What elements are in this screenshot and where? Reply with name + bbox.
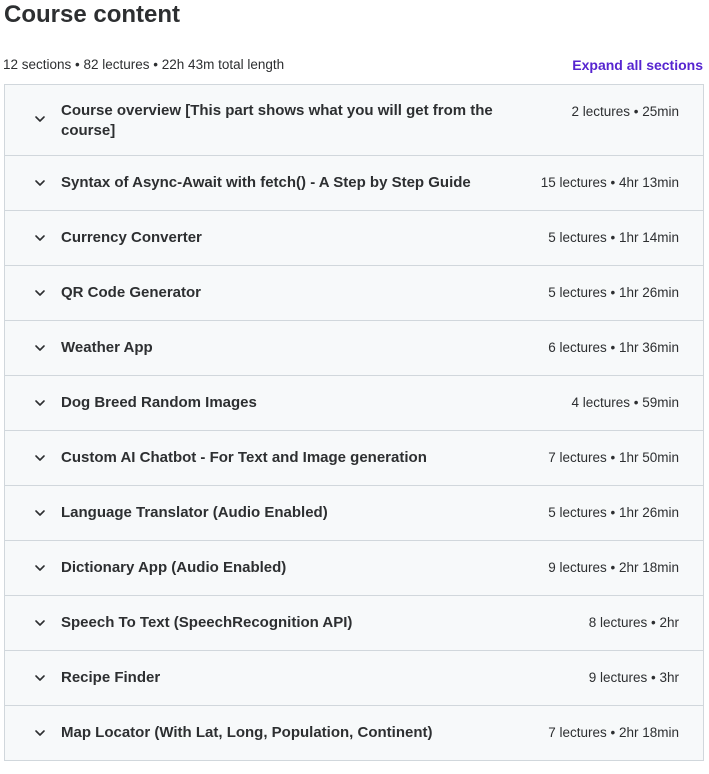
section-list: Course overview [This part shows what yo…	[4, 84, 704, 761]
chevron-down-icon[interactable]	[33, 726, 47, 740]
section-meta: 5 lectures • 1hr 26min	[548, 505, 679, 520]
section-header[interactable]: Dog Breed Random Images 4 lectures • 59mi…	[5, 376, 703, 431]
section-title: Syntax of Async-Await with fetch() - A S…	[61, 174, 471, 191]
section-title: Recipe Finder	[61, 669, 161, 686]
course-summary-row: 12 sections • 82 lectures • 22h 43m tota…	[3, 56, 703, 74]
chevron-down-icon[interactable]	[33, 176, 47, 190]
section-meta: 7 lectures • 1hr 50min	[548, 450, 679, 465]
chevron-down-icon[interactable]	[33, 616, 47, 630]
chevron-down-icon[interactable]	[33, 231, 47, 245]
section-header[interactable]: Speech To Text (SpeechRecognition API) 8 …	[5, 596, 703, 651]
section-title: Custom AI Chatbot - For Text and Image g…	[61, 449, 427, 466]
section-title: Course overview [This part shows what yo…	[61, 102, 493, 139]
section-title: Dog Breed Random Images	[61, 394, 257, 411]
section-title: Map Locator (With Lat, Long, Population,…	[61, 724, 433, 741]
section-title: Currency Converter	[61, 229, 202, 246]
section-title: Dictionary App (Audio Enabled)	[61, 559, 287, 576]
chevron-down-icon[interactable]	[33, 451, 47, 465]
chevron-down-icon[interactable]	[33, 671, 47, 685]
section-meta: 7 lectures • 2hr 18min	[548, 725, 679, 740]
chevron-down-icon[interactable]	[33, 396, 47, 410]
section-header[interactable]: Weather App 6 lectures • 1hr 36min	[5, 321, 703, 376]
section-meta: 4 lectures • 59min	[571, 395, 679, 410]
expand-all-sections-button[interactable]: Expand all sections	[572, 56, 703, 74]
section-header[interactable]: Language Translator (Audio Enabled) 5 lec…	[5, 486, 703, 541]
page-title: Course content	[4, 1, 181, 28]
chevron-down-icon[interactable]	[33, 561, 47, 575]
chevron-down-icon[interactable]	[33, 341, 47, 355]
chevron-down-icon[interactable]	[33, 506, 47, 520]
section-title: Weather App	[61, 339, 153, 356]
section-header[interactable]: Recipe Finder 9 lectures • 3hr	[5, 651, 703, 706]
section-title: QR Code Generator	[61, 284, 202, 301]
section-meta: 6 lectures • 1hr 36min	[548, 340, 679, 355]
section-meta: 2 lectures • 25min	[571, 104, 679, 119]
section-meta: 5 lectures • 1hr 26min	[548, 285, 679, 300]
section-header[interactable]: Custom AI Chatbot - For Text and Image g…	[5, 431, 703, 486]
section-meta: 9 lectures • 2hr 18min	[548, 560, 679, 575]
chevron-down-icon[interactable]	[33, 112, 47, 126]
section-title: Language Translator (Audio Enabled)	[61, 504, 328, 521]
section-header[interactable]: QR Code Generator 5 lectures • 1hr 26min	[5, 266, 703, 321]
section-meta: 9 lectures • 3hr	[588, 670, 679, 685]
section-title: Speech To Text (SpeechRecognition API)	[61, 614, 353, 631]
section-header[interactable]: Course overview [This part shows what yo…	[5, 85, 703, 156]
section-header[interactable]: Dictionary App (Audio Enabled) 9 lectures…	[5, 541, 703, 596]
chevron-down-icon[interactable]	[33, 286, 47, 300]
section-header[interactable]: Map Locator (With Lat, Long, Population,…	[5, 706, 703, 761]
section-header[interactable]: Currency Converter 5 lectures • 1hr 14min	[5, 211, 703, 266]
section-meta: 15 lectures • 4hr 13min	[540, 175, 679, 190]
section-meta: 8 lectures • 2hr	[588, 615, 679, 630]
section-meta: 5 lectures • 1hr 14min	[548, 230, 679, 245]
course-summary: 12 sections • 82 lectures • 22h 43m tota…	[3, 57, 285, 72]
section-header[interactable]: Syntax of Async-Await with fetch() - A S…	[5, 156, 703, 211]
